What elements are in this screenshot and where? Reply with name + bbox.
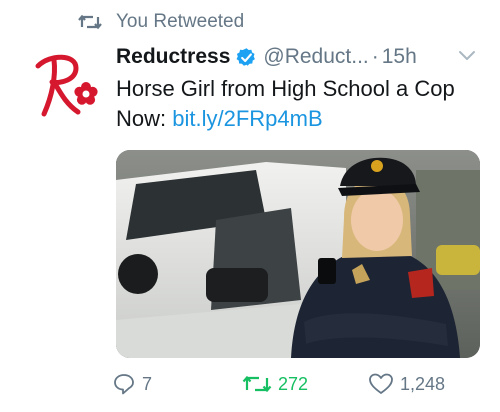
chevron-down-icon[interactable] bbox=[458, 49, 476, 63]
reply-action[interactable]: 7 bbox=[112, 370, 152, 398]
retweet-count: 272 bbox=[278, 373, 309, 394]
reply-icon bbox=[114, 374, 134, 395]
retweet-active-icon bbox=[242, 375, 272, 393]
tweet-text: Horse Girl from High School a Cop Now: b… bbox=[116, 74, 486, 134]
reply-count: 7 bbox=[142, 373, 153, 394]
retweet-icon bbox=[78, 14, 102, 30]
like-action[interactable]: 1,248 bbox=[368, 370, 445, 398]
police-officer-photo bbox=[116, 150, 480, 358]
retweet-context: You Retweeted bbox=[78, 8, 244, 36]
heart-icon bbox=[369, 373, 393, 394]
reductress-logo-avatar[interactable] bbox=[30, 52, 104, 122]
tweet-header: Reductress @Reduct... · 15h bbox=[116, 40, 486, 74]
author-name[interactable]: Reductress bbox=[116, 45, 230, 69]
tweet-media-image[interactable] bbox=[116, 150, 480, 358]
tweet-link[interactable]: bit.ly/2FRp4mB bbox=[172, 106, 322, 131]
like-count: 1,248 bbox=[400, 373, 446, 394]
retweet-action[interactable]: 272 bbox=[242, 370, 308, 398]
retweet-context-label: You Retweeted bbox=[116, 11, 245, 32]
tweet-timestamp[interactable]: 15h bbox=[382, 45, 417, 69]
timestamp-separator: · bbox=[371, 45, 379, 68]
verified-badge-icon bbox=[236, 47, 256, 66]
author-handle[interactable]: @Reduct... bbox=[263, 45, 368, 69]
tweet-actions: 7 272 1,248 bbox=[112, 366, 472, 402]
